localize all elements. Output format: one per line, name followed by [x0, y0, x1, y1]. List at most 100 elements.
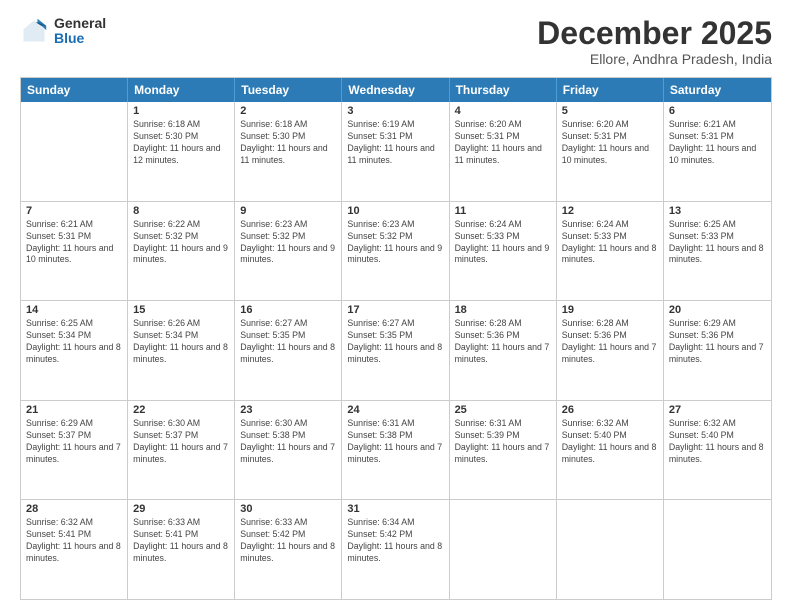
day-number: 20	[669, 304, 766, 316]
day-info: Sunrise: 6:24 AMSunset: 5:33 PMDaylight:…	[455, 219, 550, 265]
day-info: Sunrise: 6:18 AMSunset: 5:30 PMDaylight:…	[240, 119, 327, 165]
day-number: 15	[133, 304, 229, 316]
day-number: 25	[455, 404, 551, 416]
day-info: Sunrise: 6:22 AMSunset: 5:32 PMDaylight:…	[133, 219, 228, 265]
day-info: Sunrise: 6:28 AMSunset: 5:36 PMDaylight:…	[562, 318, 657, 364]
day-info: Sunrise: 6:32 AMSunset: 5:41 PMDaylight:…	[26, 517, 121, 563]
week-row-5: 28 Sunrise: 6:32 AMSunset: 5:41 PMDaylig…	[21, 500, 771, 599]
day-number: 9	[240, 205, 336, 217]
header-saturday: Saturday	[664, 78, 771, 102]
day-info: Sunrise: 6:32 AMSunset: 5:40 PMDaylight:…	[669, 418, 764, 464]
cell-w5-d7	[664, 500, 771, 599]
cell-w4-d7: 27 Sunrise: 6:32 AMSunset: 5:40 PMDaylig…	[664, 401, 771, 500]
cell-w2-d6: 12 Sunrise: 6:24 AMSunset: 5:33 PMDaylig…	[557, 202, 664, 301]
day-info: Sunrise: 6:28 AMSunset: 5:36 PMDaylight:…	[455, 318, 550, 364]
day-number: 3	[347, 105, 443, 117]
day-info: Sunrise: 6:25 AMSunset: 5:33 PMDaylight:…	[669, 219, 764, 265]
day-info: Sunrise: 6:19 AMSunset: 5:31 PMDaylight:…	[347, 119, 434, 165]
day-info: Sunrise: 6:31 AMSunset: 5:38 PMDaylight:…	[347, 418, 442, 464]
day-info: Sunrise: 6:29 AMSunset: 5:37 PMDaylight:…	[26, 418, 121, 464]
day-number: 6	[669, 105, 766, 117]
header: General Blue December 2025 Ellore, Andhr…	[20, 16, 772, 67]
cell-w1-d2: 1 Sunrise: 6:18 AMSunset: 5:30 PMDayligh…	[128, 102, 235, 201]
day-info: Sunrise: 6:29 AMSunset: 5:36 PMDaylight:…	[669, 318, 764, 364]
cell-w1-d7: 6 Sunrise: 6:21 AMSunset: 5:31 PMDayligh…	[664, 102, 771, 201]
day-info: Sunrise: 6:27 AMSunset: 5:35 PMDaylight:…	[347, 318, 442, 364]
header-thursday: Thursday	[450, 78, 557, 102]
day-info: Sunrise: 6:23 AMSunset: 5:32 PMDaylight:…	[347, 219, 442, 265]
cell-w2-d3: 9 Sunrise: 6:23 AMSunset: 5:32 PMDayligh…	[235, 202, 342, 301]
cell-w1-d4: 3 Sunrise: 6:19 AMSunset: 5:31 PMDayligh…	[342, 102, 449, 201]
header-monday: Monday	[128, 78, 235, 102]
day-number: 12	[562, 205, 658, 217]
header-sunday: Sunday	[21, 78, 128, 102]
day-number: 24	[347, 404, 443, 416]
location-subtitle: Ellore, Andhra Pradesh, India	[537, 51, 772, 67]
day-info: Sunrise: 6:18 AMSunset: 5:30 PMDaylight:…	[133, 119, 220, 165]
day-number: 2	[240, 105, 336, 117]
cell-w5-d2: 29 Sunrise: 6:33 AMSunset: 5:41 PMDaylig…	[128, 500, 235, 599]
day-number: 27	[669, 404, 766, 416]
cell-w2-d1: 7 Sunrise: 6:21 AMSunset: 5:31 PMDayligh…	[21, 202, 128, 301]
day-info: Sunrise: 6:21 AMSunset: 5:31 PMDaylight:…	[26, 219, 113, 265]
week-row-2: 7 Sunrise: 6:21 AMSunset: 5:31 PMDayligh…	[21, 202, 771, 302]
day-number: 13	[669, 205, 766, 217]
cell-w5-d3: 30 Sunrise: 6:33 AMSunset: 5:42 PMDaylig…	[235, 500, 342, 599]
day-number: 30	[240, 503, 336, 515]
page: General Blue December 2025 Ellore, Andhr…	[0, 0, 792, 612]
cell-w1-d5: 4 Sunrise: 6:20 AMSunset: 5:31 PMDayligh…	[450, 102, 557, 201]
day-number: 10	[347, 205, 443, 217]
cell-w4-d2: 22 Sunrise: 6:30 AMSunset: 5:37 PMDaylig…	[128, 401, 235, 500]
day-number: 17	[347, 304, 443, 316]
month-title: December 2025	[537, 16, 772, 51]
day-info: Sunrise: 6:25 AMSunset: 5:34 PMDaylight:…	[26, 318, 121, 364]
logo-icon	[20, 17, 48, 45]
cell-w1-d1	[21, 102, 128, 201]
week-row-1: 1 Sunrise: 6:18 AMSunset: 5:30 PMDayligh…	[21, 102, 771, 202]
day-number: 23	[240, 404, 336, 416]
day-number: 21	[26, 404, 122, 416]
week-row-4: 21 Sunrise: 6:29 AMSunset: 5:37 PMDaylig…	[21, 401, 771, 501]
cell-w4-d3: 23 Sunrise: 6:30 AMSunset: 5:38 PMDaylig…	[235, 401, 342, 500]
cell-w3-d2: 15 Sunrise: 6:26 AMSunset: 5:34 PMDaylig…	[128, 301, 235, 400]
day-info: Sunrise: 6:27 AMSunset: 5:35 PMDaylight:…	[240, 318, 335, 364]
logo-blue-text: Blue	[54, 31, 106, 46]
day-info: Sunrise: 6:30 AMSunset: 5:37 PMDaylight:…	[133, 418, 228, 464]
title-block: December 2025 Ellore, Andhra Pradesh, In…	[537, 16, 772, 67]
day-info: Sunrise: 6:33 AMSunset: 5:42 PMDaylight:…	[240, 517, 335, 563]
cell-w3-d7: 20 Sunrise: 6:29 AMSunset: 5:36 PMDaylig…	[664, 301, 771, 400]
cell-w4-d1: 21 Sunrise: 6:29 AMSunset: 5:37 PMDaylig…	[21, 401, 128, 500]
day-number: 26	[562, 404, 658, 416]
day-info: Sunrise: 6:24 AMSunset: 5:33 PMDaylight:…	[562, 219, 657, 265]
calendar-body: 1 Sunrise: 6:18 AMSunset: 5:30 PMDayligh…	[21, 102, 771, 599]
day-info: Sunrise: 6:34 AMSunset: 5:42 PMDaylight:…	[347, 517, 442, 563]
cell-w3-d4: 17 Sunrise: 6:27 AMSunset: 5:35 PMDaylig…	[342, 301, 449, 400]
day-info: Sunrise: 6:21 AMSunset: 5:31 PMDaylight:…	[669, 119, 756, 165]
cell-w2-d7: 13 Sunrise: 6:25 AMSunset: 5:33 PMDaylig…	[664, 202, 771, 301]
day-info: Sunrise: 6:30 AMSunset: 5:38 PMDaylight:…	[240, 418, 335, 464]
cell-w4-d5: 25 Sunrise: 6:31 AMSunset: 5:39 PMDaylig…	[450, 401, 557, 500]
logo-text: General Blue	[54, 16, 106, 47]
cell-w5-d5	[450, 500, 557, 599]
header-tuesday: Tuesday	[235, 78, 342, 102]
calendar-header: Sunday Monday Tuesday Wednesday Thursday…	[21, 78, 771, 102]
day-info: Sunrise: 6:23 AMSunset: 5:32 PMDaylight:…	[240, 219, 335, 265]
cell-w5-d1: 28 Sunrise: 6:32 AMSunset: 5:41 PMDaylig…	[21, 500, 128, 599]
calendar: Sunday Monday Tuesday Wednesday Thursday…	[20, 77, 772, 600]
day-number: 1	[133, 105, 229, 117]
day-number: 4	[455, 105, 551, 117]
day-info: Sunrise: 6:33 AMSunset: 5:41 PMDaylight:…	[133, 517, 228, 563]
day-number: 5	[562, 105, 658, 117]
day-info: Sunrise: 6:20 AMSunset: 5:31 PMDaylight:…	[562, 119, 649, 165]
day-number: 11	[455, 205, 551, 217]
day-number: 14	[26, 304, 122, 316]
day-number: 16	[240, 304, 336, 316]
header-friday: Friday	[557, 78, 664, 102]
cell-w1-d3: 2 Sunrise: 6:18 AMSunset: 5:30 PMDayligh…	[235, 102, 342, 201]
cell-w3-d1: 14 Sunrise: 6:25 AMSunset: 5:34 PMDaylig…	[21, 301, 128, 400]
cell-w1-d6: 5 Sunrise: 6:20 AMSunset: 5:31 PMDayligh…	[557, 102, 664, 201]
logo-general-text: General	[54, 16, 106, 31]
day-number: 22	[133, 404, 229, 416]
day-info: Sunrise: 6:31 AMSunset: 5:39 PMDaylight:…	[455, 418, 550, 464]
day-number: 31	[347, 503, 443, 515]
